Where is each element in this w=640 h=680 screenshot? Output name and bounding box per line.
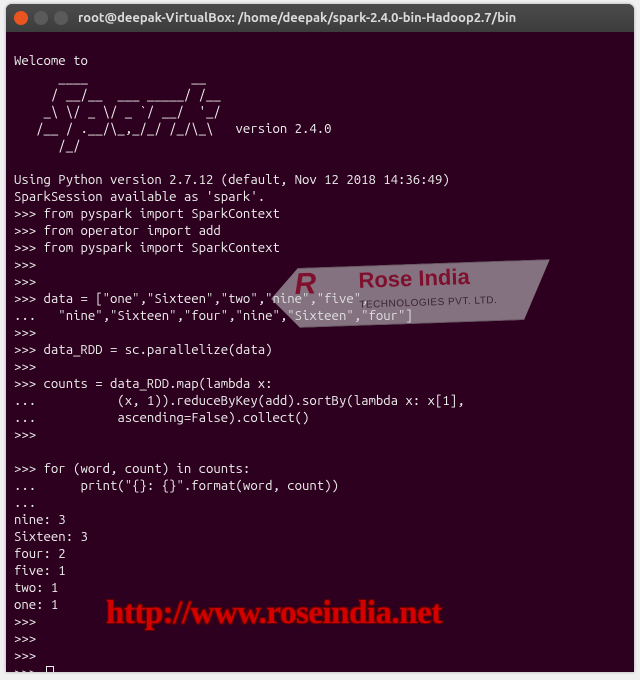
repl-line: ... [14, 496, 36, 510]
repl-prompt: >>> [14, 666, 54, 672]
prompt-text: >>> [14, 666, 44, 672]
repl-line: >>> counts = data_RDD.map(lambda x: [14, 377, 272, 391]
repl-line: ... print("{}: {}".format(word, count)) [14, 479, 339, 493]
python-version-line: Using Python version 2.7.12 (default, No… [14, 173, 450, 187]
repl-line: >>> for (word, count) in counts: [14, 462, 250, 476]
repl-line: >>> data_RDD = sc.parallelize(data) [14, 343, 272, 357]
repl-line: >>> [14, 360, 36, 374]
repl-line: >>> [14, 258, 36, 272]
repl-line: >>> [14, 615, 36, 629]
output-line: two: 1 [14, 581, 58, 595]
output-line: one: 1 [14, 598, 58, 612]
output-line: nine: 3 [14, 513, 66, 527]
window-title: root@deepak-VirtualBox: /home/deepak/spa… [78, 11, 516, 25]
close-icon[interactable] [14, 11, 28, 25]
output-line: five: 1 [14, 564, 66, 578]
repl-line: >>> [14, 275, 36, 289]
cursor-icon [46, 666, 54, 672]
repl-line: >>> from pyspark import SparkContext [14, 241, 280, 255]
terminal-content[interactable]: Welcome to ____ __ / __/__ ___ _____/ /_… [6, 32, 634, 672]
repl-line: >>> from pyspark import SparkContext [14, 207, 280, 221]
watermark-r-icon: R [294, 275, 316, 293]
repl-line: >>> data = ["one","Sixteen","two","nine"… [14, 292, 368, 306]
repl-line: >>> [14, 649, 36, 663]
maximize-icon[interactable] [54, 11, 68, 25]
watermark-brand: Rose India [358, 268, 470, 289]
output-line: Sixteen: 3 [14, 530, 88, 544]
repl-line: >>> from operator import add [14, 224, 221, 238]
output-line: four: 2 [14, 547, 66, 561]
repl-line: ... "nine","Sixteen","four","nine","Sixt… [14, 309, 413, 323]
url-overlay-text: http://www.roseindia.net [106, 605, 442, 622]
titlebar: root@deepak-VirtualBox: /home/deepak/spa… [6, 4, 634, 32]
repl-line: ... ascending=False).collect() [14, 411, 309, 425]
terminal-window: root@deepak-VirtualBox: /home/deepak/spa… [6, 4, 634, 672]
spark-ascii-logo: ____ __ / __/__ ___ _____/ /__ _\ \/ _ \… [14, 71, 332, 153]
minimize-icon[interactable] [34, 11, 48, 25]
repl-line: >>> [14, 428, 36, 442]
repl-line: >>> [14, 632, 36, 646]
repl-line: >>> [14, 326, 36, 340]
welcome-text: Welcome to [14, 54, 88, 68]
repl-line: ... (x, 1)).reduceByKey(add).sortBy(lamb… [14, 394, 464, 408]
spark-session-line: SparkSession available as 'spark'. [14, 190, 265, 204]
